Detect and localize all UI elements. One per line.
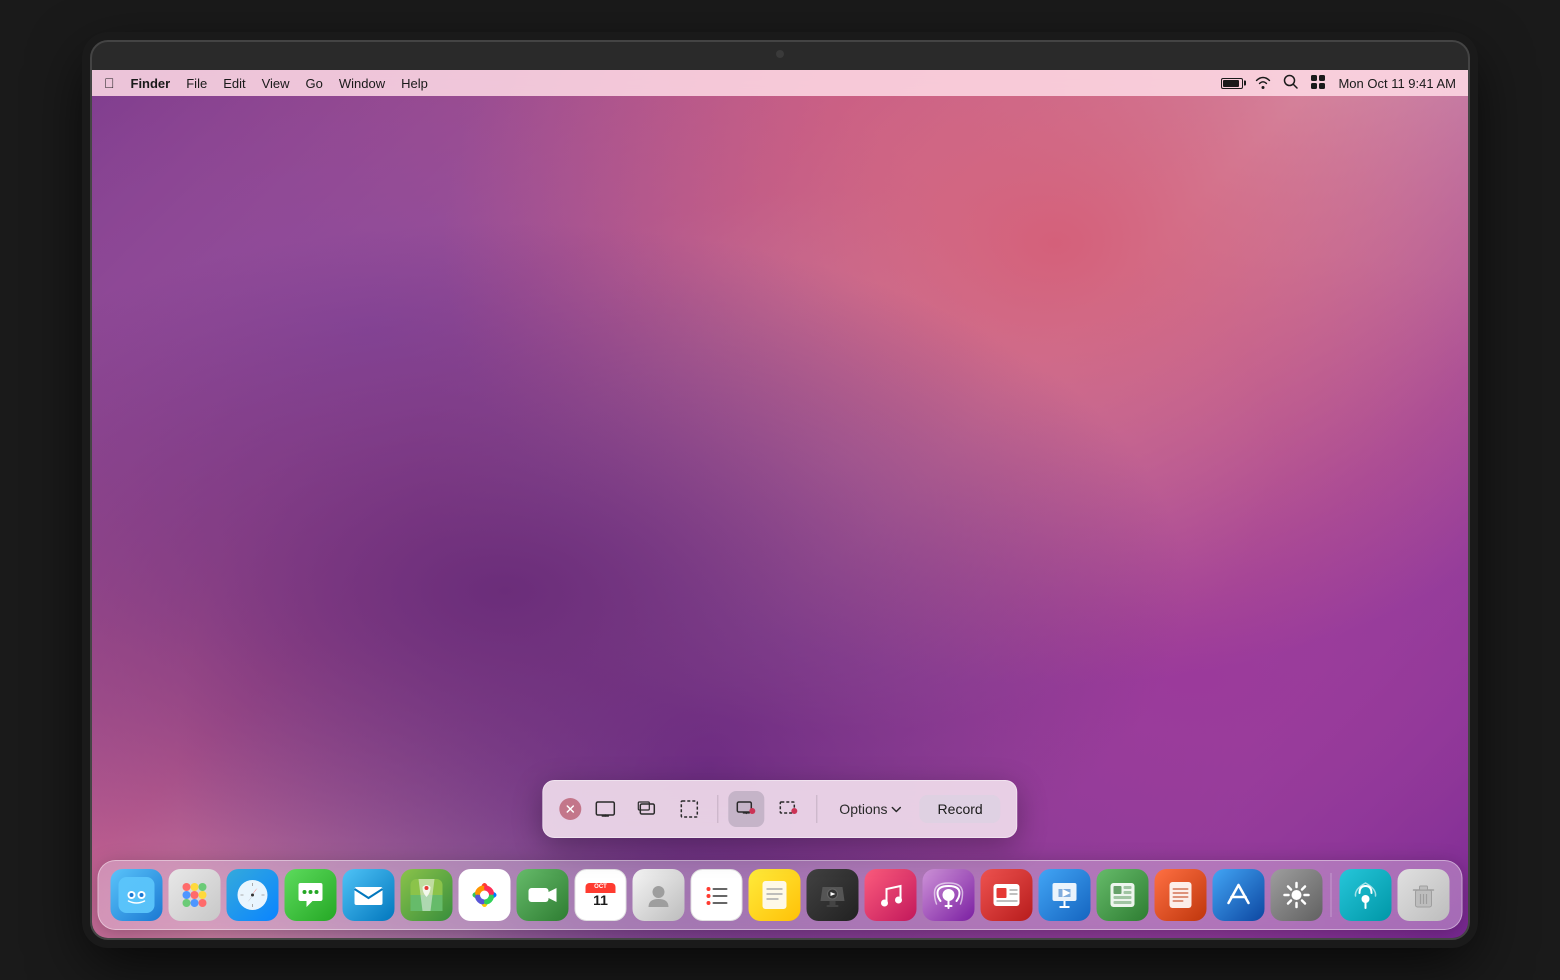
dock-maps[interactable] (401, 869, 453, 921)
battery-fill (1223, 80, 1238, 87)
dock-appstore[interactable] (1213, 869, 1265, 921)
datetime-display: Mon Oct 11 9:41 AM (1338, 76, 1456, 91)
finder-menu[interactable]: Finder (131, 76, 171, 91)
dock-music[interactable] (865, 869, 917, 921)
dock-facetime[interactable] (517, 869, 569, 921)
file-menu[interactable]: File (186, 76, 207, 91)
dock-reminders[interactable] (691, 869, 743, 921)
options-button[interactable]: Options (827, 795, 913, 823)
toolbar-divider-2 (816, 795, 817, 823)
dock-contacts[interactable] (633, 869, 685, 921)
trash-icon (1408, 879, 1440, 911)
record-portion-button[interactable] (770, 791, 806, 827)
appstore-icon (1223, 879, 1255, 911)
calendar-icon: OCT 11 (584, 878, 618, 912)
battery-body (1221, 78, 1243, 89)
options-label: Options (839, 801, 887, 817)
notes-icon (759, 879, 791, 911)
view-menu[interactable]: View (262, 76, 290, 91)
window-menu[interactable]: Window (339, 76, 385, 91)
dock-calendar[interactable]: OCT 11 (575, 869, 627, 921)
contacts-icon (643, 879, 675, 911)
menubar-right: Mon Oct 11 9:41 AM (1221, 74, 1456, 93)
apple-menu[interactable]:  (104, 75, 115, 91)
mac-frame:  Finder File Edit View Go Window Help (90, 40, 1470, 940)
record-button[interactable]: Record (920, 795, 1001, 823)
news-icon (991, 879, 1023, 911)
dock-messages[interactable] (285, 869, 337, 921)
edit-menu[interactable]: Edit (223, 76, 245, 91)
podcasts-icon (933, 879, 965, 911)
dock-numbers[interactable] (1097, 869, 1149, 921)
dock-notes[interactable] (749, 869, 801, 921)
camera-notch (776, 50, 784, 58)
facetime-icon (527, 879, 559, 911)
go-menu[interactable]: Go (306, 76, 323, 91)
launchpad-icon (179, 879, 211, 911)
dock-launchpad[interactable] (169, 869, 221, 921)
airdrop-icon (1350, 879, 1382, 911)
dock-keynote[interactable] (1039, 869, 1091, 921)
dock-mail[interactable] (343, 869, 395, 921)
svg-text:11: 11 (593, 892, 608, 908)
dock: OCT 11 (98, 860, 1463, 930)
capture-screen-button[interactable] (587, 791, 623, 827)
numbers-icon (1107, 879, 1139, 911)
toolbar-divider (717, 795, 718, 823)
dock-podcasts[interactable] (923, 869, 975, 921)
battery-icon (1221, 78, 1243, 89)
dock-separator (1331, 873, 1332, 917)
system-prefs-icon (1281, 879, 1313, 911)
safari-icon (236, 878, 270, 912)
chevron-down-icon (892, 806, 902, 813)
control-center-icon[interactable] (1310, 74, 1326, 93)
capture-window-button[interactable] (629, 791, 665, 827)
capture-portion-button[interactable] (671, 791, 707, 827)
dock-airdrop[interactable] (1340, 869, 1392, 921)
photos-icon (468, 878, 502, 912)
dock-news[interactable] (981, 869, 1033, 921)
dock-finder[interactable] (111, 869, 163, 921)
menubar:  Finder File Edit View Go Window Help (92, 70, 1468, 96)
appletv-icon (817, 879, 849, 911)
menubar-left:  Finder File Edit View Go Window Help (104, 75, 1221, 91)
dock-appletv[interactable] (807, 869, 859, 921)
svg-text:OCT: OCT (594, 884, 607, 890)
dock-system-preferences[interactable] (1271, 869, 1323, 921)
dock-safari[interactable] (227, 869, 279, 921)
mail-icon (352, 878, 386, 912)
messages-icon (295, 879, 327, 911)
close-button[interactable] (559, 798, 581, 820)
keynote-icon (1049, 879, 1081, 911)
dock-photos[interactable] (459, 869, 511, 921)
music-icon (875, 879, 907, 911)
screenshot-toolbar: Options Record (542, 780, 1017, 838)
dock-pages[interactable] (1155, 869, 1207, 921)
pages-icon (1165, 879, 1197, 911)
dock-trash[interactable] (1398, 869, 1450, 921)
spotlight-search-icon[interactable] (1283, 74, 1298, 92)
reminders-icon (701, 879, 733, 911)
record-screen-button[interactable] (728, 791, 764, 827)
help-menu[interactable]: Help (401, 76, 428, 91)
wifi-icon (1255, 75, 1271, 92)
maps-icon (411, 879, 443, 911)
desktop:  Finder File Edit View Go Window Help (92, 70, 1468, 938)
